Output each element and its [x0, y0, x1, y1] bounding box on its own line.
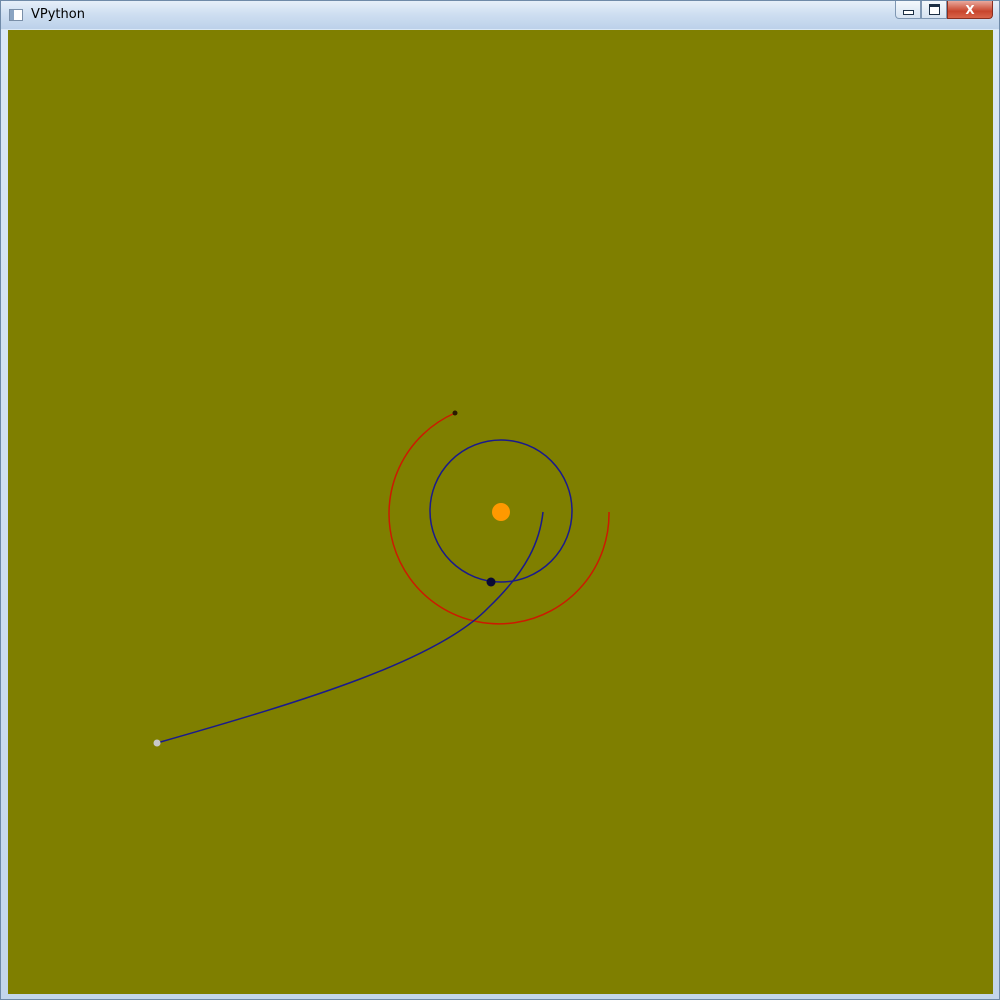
maximize-button[interactable] [921, 1, 947, 19]
app-icon[interactable] [9, 9, 23, 21]
close-button[interactable]: X [947, 1, 993, 19]
minimize-icon [902, 9, 914, 15]
inner-planet [486, 577, 496, 587]
probe-trajectory [156, 511, 544, 744]
title-bar[interactable]: VPython X [1, 1, 999, 29]
window-controls: X [895, 1, 993, 21]
sun [492, 503, 510, 521]
scene-canvas[interactable] [8, 30, 993, 994]
outer-planet [452, 410, 458, 416]
close-icon: X [965, 2, 975, 17]
minimize-button[interactable] [895, 1, 921, 19]
scene-svg [153, 410, 610, 747]
window-title: VPython [31, 7, 85, 22]
vpython-window: VPython X [0, 0, 1000, 1000]
maximize-icon [928, 4, 940, 15]
probe [153, 739, 161, 747]
